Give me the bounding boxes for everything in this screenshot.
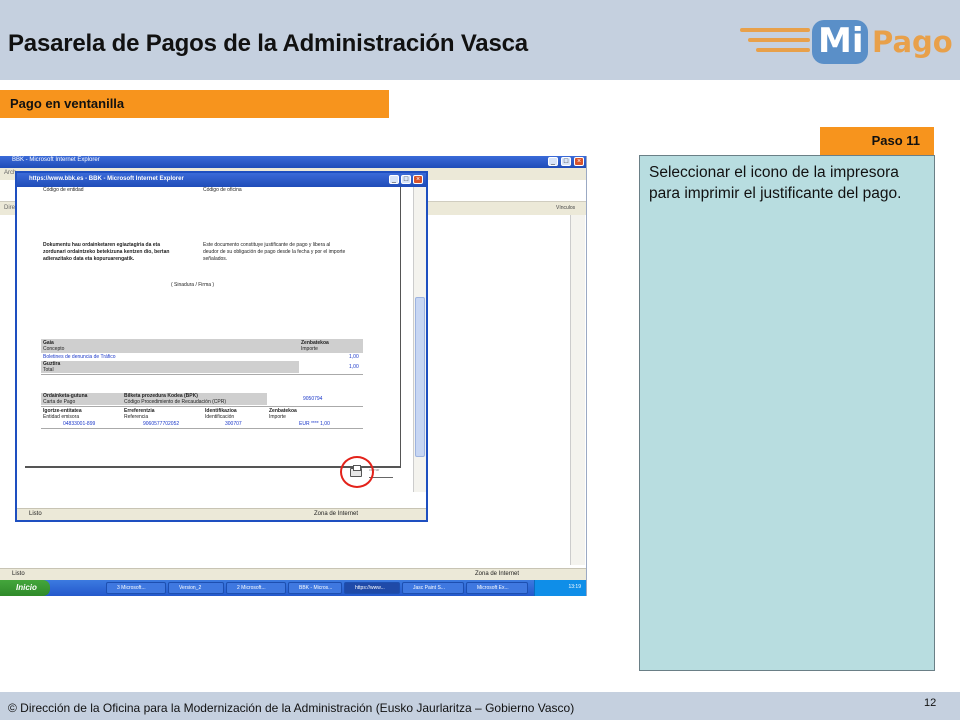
header-bar: Pasarela de Pagos de la Administración V… [0,0,960,80]
task-item[interactable]: Microsoft Ex... [466,582,528,594]
clock: 13:19 [568,584,581,590]
close-icon[interactable]: × [574,157,584,166]
doc-text: 1,00 [349,364,359,370]
section-label-text: Pago en ventanilla [10,96,125,111]
doc-text: Total [43,367,54,373]
doc-text: 04833001-899 [63,421,96,427]
task-item[interactable]: BBK - Micros... [288,582,342,594]
doc-text: Importe [301,346,318,352]
task-item[interactable]: 2 Microsoft... [226,582,286,594]
doc-text: Boletines de denuncia de Tráfico [43,354,116,360]
outer-zone-text: Zona de Internet [475,571,520,577]
maximize-icon[interactable]: □ [401,175,411,184]
doc-text: Código de entidad [43,187,84,193]
doc-text: Código Procedimiento de Recaudación (CPR… [124,399,226,405]
instructions-text: Seleccionar el icono de la impresora par… [649,164,902,202]
system-tray: 13:19 [534,580,586,596]
task-item[interactable]: 3 Microsoft... [106,582,166,594]
doc-text: zordunari ordaintzeko betekizuna kentzen… [43,249,170,255]
highlight-circle [340,456,374,488]
links-label[interactable]: Vínculos [556,205,575,211]
task-item[interactable]: Version_2 [168,582,224,594]
minimize-icon[interactable]: _ [548,157,558,166]
popup-zone-text: Zona de Internet [314,511,359,517]
doc-text: señalados. [203,256,228,262]
popup-status-text: Listo [29,511,42,517]
maximize-icon[interactable]: □ [561,157,571,166]
outer-window-titlebar: BBK - Microsoft Internet Explorer _ □ × [0,156,586,168]
doc-text: Referencia [124,414,149,420]
payment-popup-window: https://www.bbk.es - BBK - Microsoft Int… [15,171,428,522]
step-label-text: Paso 11 [871,133,920,148]
footer-bar: © Dirección de la Oficina para la Modern… [0,692,960,720]
popup-titlebar: https://www.bbk.es - BBK - Microsoft Int… [17,173,426,187]
doc-text: 9050794 [303,396,323,402]
section-label: Pago en ventanilla [0,90,389,118]
doc-text: Entidad emisora [43,414,80,420]
doc-text: Este documento constituye justificante d… [203,242,331,248]
logo-pago-text: Pago [872,25,953,59]
start-label: Inicio [16,583,37,592]
step-label: Paso 11 [820,127,934,155]
doc-text: Carta de Pago [43,399,76,405]
doc-text: Dokumentu hau ordainketaren egiaztagiria… [43,242,160,248]
doc-text: Código de oficina [203,187,242,193]
outer-window-title: BBK - Microsoft Internet Explorer [12,157,100,163]
windows-taskbar: Inicio 3 Microsoft... Version_2 2 Micros… [0,580,586,596]
task-item[interactable]: Jasc Paint S... [402,582,464,594]
page-title: Pasarela de Pagos de la Administración V… [8,30,528,57]
doc-text: 9060577702052 [143,421,180,427]
doc-text: Identificación [205,414,235,420]
outer-scrollbar[interactable] [570,215,585,565]
footer-copyright: © Dirección de la Oficina para la Modern… [8,701,575,715]
minimize-icon[interactable]: _ [389,175,399,184]
popup-scrollbar[interactable] [413,187,426,492]
popup-statusbar: Listo Zona de Internet [17,508,426,520]
page-number: 12 [924,697,937,709]
popup-title: https://www.bbk.es - BBK - Microsoft Int… [29,176,184,182]
logo-mi-text: Mi [818,21,864,61]
scroll-thumb[interactable] [415,297,425,457]
doc-text: 1,00 [349,354,359,360]
browser-screenshot: BBK - Microsoft Internet Explorer _ □ × … [0,156,587,596]
start-button[interactable]: Inicio [0,580,50,596]
instructions-panel: Seleccionar el icono de la impresora par… [639,155,935,671]
outer-statusbar: Listo Zona de Internet [0,568,586,580]
doc-text: Concepto [43,346,65,352]
task-item[interactable]: https://www... [344,582,400,594]
doc-text: Importe [269,414,286,420]
signature-label: ( Sinadura / Firma ) [171,282,215,288]
outer-status-text: Listo [12,571,25,577]
doc-text: EUR **** 1,00 [299,421,330,427]
close-icon[interactable]: × [413,175,423,184]
doc-text: deudor de su obligación de pago desde la… [203,249,346,255]
doc-text: 300707 [225,421,242,427]
doc-text: adierazitako data eta kopuruarengatik. [43,256,135,262]
receipt-document: Código de entidad Código de oficina Doku… [25,187,401,468]
mipago-logo: Mi Pago [736,18,953,68]
